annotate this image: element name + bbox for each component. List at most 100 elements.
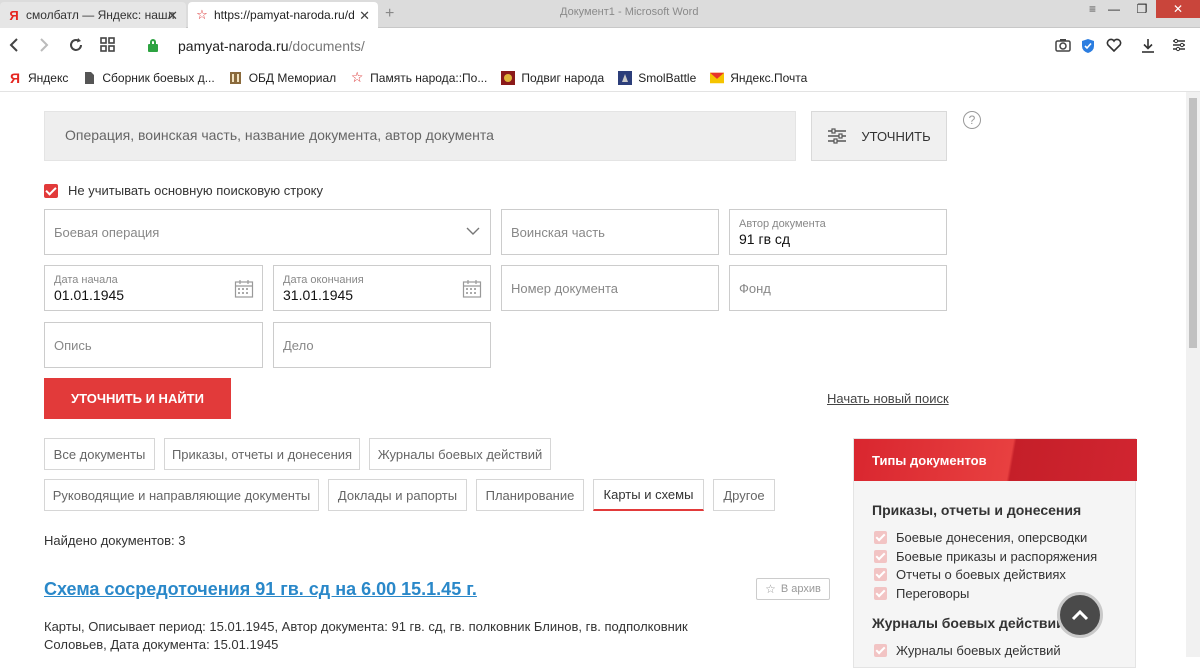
bookmark-obd-memorial[interactable]: ОБД Мемориал — [229, 71, 336, 85]
bookmark-label: ОБД Мемориал — [248, 70, 337, 85]
tab-pamyat-naroda[interactable]: ☆ https://pamyat-naroda.ru/d ✕ — [188, 2, 378, 28]
chevron-up-icon — [1071, 609, 1089, 621]
star-icon: ☆ — [350, 69, 364, 85]
bookmark-label: Яндекс.Почта — [730, 70, 808, 85]
help-icon[interactable]: ? — [963, 111, 981, 129]
operation-placeholder: Боевая операция — [54, 225, 160, 240]
doc-type-orders-reports[interactable]: Приказы, отчеты и донесения — [164, 438, 360, 470]
minimize-button[interactable]: — — [1100, 0, 1128, 18]
found-count: Найдено документов: 3 — [44, 533, 186, 548]
side-section-title: Журналы боевых действий — [872, 615, 1065, 631]
side-checkbox-item[interactable]: Переговоры — [874, 586, 969, 601]
bookmark-label: Яндекс — [28, 70, 69, 85]
scroll-to-top-button[interactable] — [1057, 592, 1103, 638]
settings-menu-icon[interactable] — [1172, 38, 1186, 56]
calendar-icon[interactable] — [234, 279, 254, 299]
checkbox-icon[interactable] — [874, 531, 887, 544]
side-checkbox-item[interactable]: Журналы боевых действий — [874, 643, 1061, 658]
bookmark-label: Память народа::По... — [370, 70, 488, 85]
side-item-label: Журналы боевых действий — [896, 643, 1061, 658]
unit-placeholder: Воинская часть — [511, 225, 605, 240]
chevron-down-icon — [466, 227, 480, 235]
lock-icon[interactable] — [148, 39, 158, 52]
download-icon[interactable] — [1141, 38, 1155, 58]
bookmark-yandex[interactable]: Я Яндекс — [8, 70, 69, 86]
checkbox-icon[interactable] — [874, 568, 887, 581]
checkbox-label: Не учитывать основную поисковую строку — [68, 183, 324, 198]
doc-type-planning[interactable]: Планирование — [476, 479, 584, 511]
yandex-icon: Я — [9, 7, 19, 23]
refine-button[interactable]: УТОЧНИТЬ — [811, 111, 947, 161]
checkbox-icon[interactable] — [874, 644, 887, 657]
medal-icon — [501, 70, 516, 85]
back-icon[interactable] — [8, 37, 20, 57]
maximize-button[interactable]: ❐ — [1128, 0, 1156, 18]
checkbox-checked-icon[interactable] — [44, 183, 58, 198]
document-icon — [82, 71, 96, 85]
tab-yandex-search[interactable]: Я смолбатл — Яндекс: нашл ✕ — [0, 2, 186, 28]
refine-label: УТОЧНИТЬ — [861, 128, 931, 144]
doc-type-guiding-documents[interactable]: Руководящие и направляющие документы — [44, 479, 319, 511]
add-to-archive-button[interactable]: ☆ В архив — [756, 578, 830, 600]
new-search-link[interactable]: Начать новый поиск — [827, 391, 949, 406]
calendar-icon[interactable] — [462, 279, 482, 299]
archive-label: В архив — [780, 583, 821, 595]
doc-type-reports-rapports[interactable]: Доклады и рапорты — [328, 479, 467, 511]
author-label: Автор документа — [739, 218, 826, 230]
unit-field[interactable]: Воинская часть — [501, 209, 719, 255]
date-from-value: 01.01.1945 — [54, 287, 125, 303]
refine-and-find-button[interactable]: УТОЧНИТЬ И НАЙТИ — [44, 378, 231, 419]
bookmark-sbornik[interactable]: Сборник боевых д... — [82, 71, 215, 85]
doc-number-field[interactable]: Номер документа — [501, 265, 719, 311]
browser-menu-icon[interactable]: ≡ — [1089, 2, 1096, 16]
doc-type-maps-schemes[interactable]: Карты и схемы — [593, 479, 704, 511]
bookmark-smolbattle[interactable]: SmolBattle — [618, 70, 696, 85]
filter-sliders-icon — [828, 128, 847, 144]
delo-field[interactable]: Дело — [273, 322, 491, 368]
bookmark-yandex-mail[interactable]: Яндекс.Почта — [710, 71, 807, 85]
smolbattle-icon — [618, 70, 633, 85]
side-checkbox-item[interactable]: Отчеты о боевых действиях — [874, 567, 1066, 582]
scrollbar-thumb[interactable] — [1189, 98, 1197, 348]
author-field[interactable]: Автор документа 91 гв сд — [729, 209, 947, 255]
checkbox-icon[interactable] — [874, 587, 887, 600]
ignore-main-search-checkbox[interactable]: Не учитывать основную поисковую строку — [44, 183, 323, 198]
bookmark-pamyat-naroda[interactable]: ☆ Память народа::По... — [350, 69, 488, 85]
heart-icon[interactable] — [1106, 38, 1122, 56]
side-item-label: Боевые приказы и распоряжения — [896, 549, 1098, 564]
date-to-field[interactable]: Дата окончания 31.01.1945 — [273, 265, 491, 311]
mail-icon — [710, 71, 725, 85]
tabs-grid-icon[interactable] — [100, 37, 116, 57]
protect-shield-icon[interactable] — [1081, 38, 1095, 58]
reload-icon[interactable] — [68, 37, 84, 57]
operation-select[interactable]: Боевая операция — [44, 209, 491, 255]
page-scrollbar[interactable] — [1186, 92, 1200, 657]
close-tab-icon[interactable]: ✕ — [359, 8, 370, 24]
close-window-button[interactable]: ✕ — [1156, 0, 1200, 18]
new-tab-button[interactable]: + — [385, 5, 394, 23]
forward-icon[interactable] — [38, 37, 50, 57]
doc-type-other[interactable]: Другое — [713, 479, 775, 511]
date-from-field[interactable]: Дата начала 01.01.1945 — [44, 265, 263, 311]
url-path: /documents/ — [288, 38, 365, 54]
side-checkbox-item[interactable]: Боевые приказы и распоряжения — [874, 549, 1097, 564]
date-to-value: 31.01.1945 — [283, 287, 354, 303]
camera-icon[interactable] — [1055, 38, 1071, 56]
url-field[interactable]: pamyat-naroda.ru/documents/ — [178, 38, 365, 54]
side-checkbox-item[interactable]: Боевые донесения, оперсводки — [874, 530, 1087, 545]
side-item-label: Боевые донесения, оперсводки — [896, 530, 1088, 545]
result-title-link[interactable]: Схема сосредоточения 91 гв. сд на 6.00 1… — [44, 579, 477, 600]
doc-type-combat-journals[interactable]: Журналы боевых действий — [369, 438, 551, 470]
close-tab-icon[interactable]: ✕ — [167, 8, 178, 24]
side-item-label: Отчеты о боевых действиях — [896, 567, 1066, 582]
date-to-label: Дата окончания — [283, 274, 364, 286]
url-host: pamyat-naroda.ru — [178, 38, 289, 54]
star-icon: ☆ — [196, 7, 208, 22]
star-icon: ☆ — [765, 582, 776, 596]
bookmark-podvig-naroda[interactable]: Подвиг народа — [501, 70, 604, 85]
opis-field[interactable]: Опись — [44, 322, 263, 368]
main-search-input[interactable]: Операция, воинская часть, название докум… — [44, 111, 796, 161]
doc-type-all[interactable]: Все документы — [44, 438, 155, 470]
fond-field[interactable]: Фонд — [729, 265, 947, 311]
checkbox-icon[interactable] — [874, 550, 887, 563]
